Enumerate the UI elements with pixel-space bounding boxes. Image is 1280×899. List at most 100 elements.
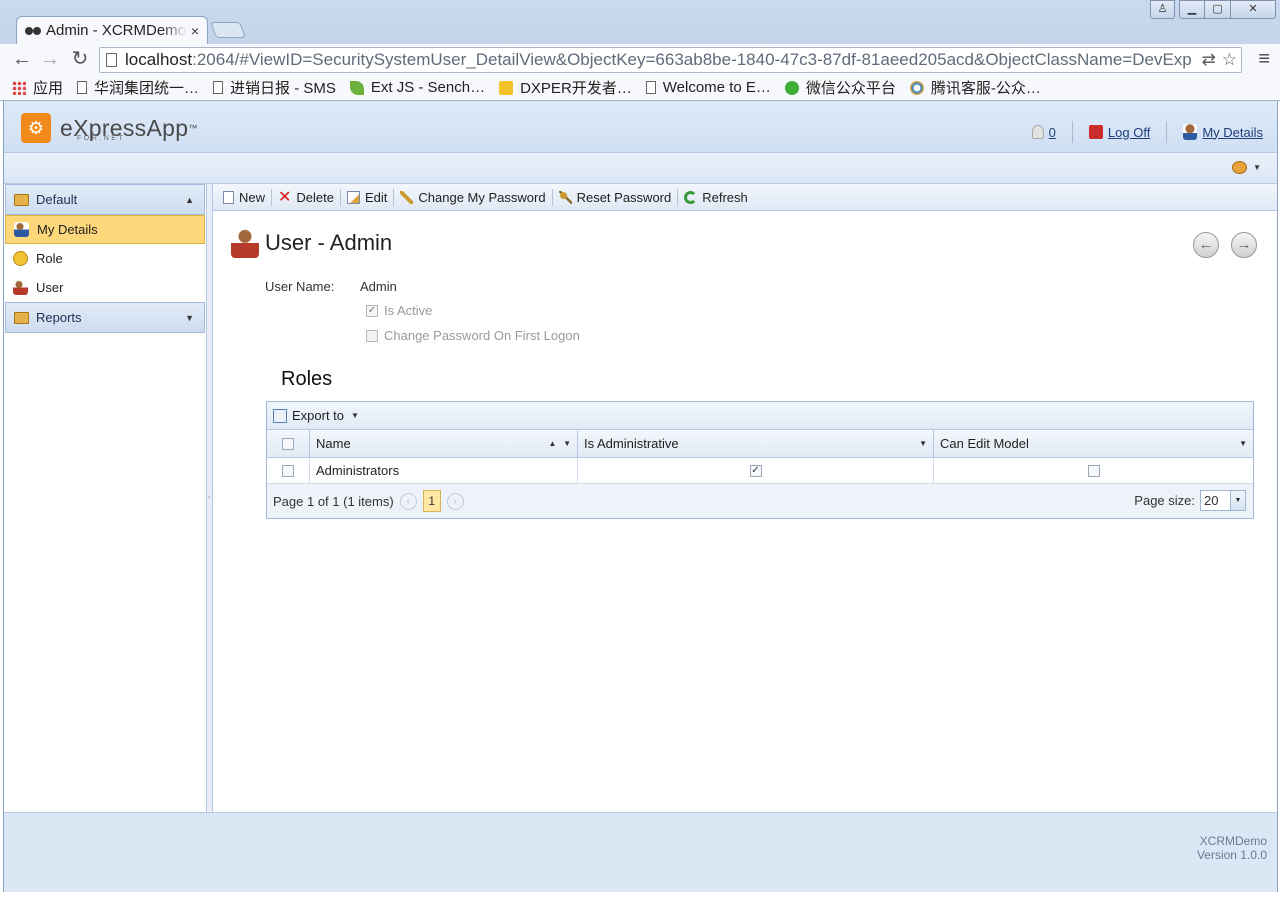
new-tab-button[interactable]	[210, 22, 246, 38]
bell-icon	[1031, 125, 1044, 139]
table-row[interactable]: Administrators ✓	[267, 458, 1253, 484]
page-icon	[645, 81, 656, 94]
roles-grid: Export to ▼ Name ▲ ▼ Is Administrative ▼ C…	[266, 401, 1254, 519]
bookmark-item[interactable]: DXPER开发者…	[499, 77, 632, 98]
url-path: :2064/#ViewID=SecuritySystemUser_DetailV…	[192, 50, 1192, 69]
current-page-button[interactable]: 1	[422, 490, 441, 512]
page-icon	[77, 81, 88, 94]
can-edit-model-cell	[934, 458, 1253, 483]
translate-icon[interactable]: ⇄	[1202, 50, 1216, 70]
dropdown-arrow-icon[interactable]: ▼	[1230, 491, 1245, 510]
notifications-count: 0	[1048, 124, 1056, 140]
bookmark-item[interactable]: 进销日报 - SMS	[213, 77, 336, 98]
dxper-icon	[499, 80, 514, 95]
new-document-icon	[223, 190, 234, 204]
bookmark-item[interactable]: Ext JS - Sench…	[349, 79, 485, 96]
page-size-label: Page size:	[1134, 493, 1195, 508]
bookmark-item[interactable]: 微信公众平台	[784, 77, 896, 98]
toolbar-divider	[551, 188, 553, 206]
bookmark-item[interactable]: 腾讯客服-公众…	[909, 77, 1041, 98]
nav-item-label: User	[36, 280, 64, 295]
column-header-name[interactable]: Name ▲ ▼	[310, 430, 578, 457]
profile-icon[interactable]: ♙	[1150, 0, 1175, 19]
back-arrow-icon[interactable]: ←	[10, 48, 34, 72]
logoff-icon	[1088, 125, 1103, 139]
my-details-link[interactable]: My Details	[1183, 124, 1263, 140]
change-password-label: Change Password On First Logon	[384, 328, 580, 343]
bookmark-star-icon[interactable]: ☆	[1222, 50, 1237, 70]
row-select-checkbox[interactable]	[282, 464, 294, 477]
bookmark-label: 进销日报 - SMS	[230, 80, 336, 97]
close-window-button[interactable]: ✕	[1231, 0, 1276, 19]
filter-icon[interactable]: ▼	[919, 439, 927, 448]
column-header-is-administrative[interactable]: Is Administrative ▼	[578, 430, 934, 457]
previous-record-icon[interactable]: ←	[1193, 232, 1219, 258]
actions-toolbar: New ✕ Delete Edit Change My Password Rese…	[213, 184, 1277, 211]
browser-menu-icon[interactable]: ≡	[1258, 48, 1270, 71]
select-all-cell	[267, 430, 310, 457]
minimize-button[interactable]: ▁	[1179, 0, 1205, 19]
next-record-icon[interactable]: →	[1231, 232, 1257, 258]
select-all-checkbox[interactable]	[282, 437, 294, 450]
footer-version: Version 1.0.0	[1196, 848, 1267, 862]
address-bar[interactable]: localhost:2064/#ViewID=SecuritySystemUse…	[99, 47, 1242, 73]
sidebar-splitter[interactable]: ‹	[206, 184, 213, 812]
change-my-password-button[interactable]: Change My Password	[396, 190, 549, 205]
refresh-button[interactable]: Refresh	[680, 190, 752, 205]
chevron-down-icon: ▼	[185, 312, 194, 323]
page-size-select[interactable]: 20 ▼	[1200, 490, 1246, 511]
folder-icon	[14, 193, 29, 206]
notifications-link[interactable]: 0	[1031, 124, 1056, 140]
reset-password-button[interactable]: Reset Password	[555, 190, 676, 205]
reload-icon[interactable]: ↻	[68, 48, 92, 72]
edit-button[interactable]: Edit	[343, 190, 391, 205]
action-label: New	[239, 189, 266, 205]
edit-pencil-icon	[347, 190, 360, 204]
nav-item-label: Role	[36, 251, 63, 266]
toolbar-divider	[271, 188, 273, 206]
new-button[interactable]: New	[219, 190, 269, 205]
grid-pager: Page 1 of 1 (1 items) ‹ 1 › Page size: 2…	[267, 484, 1253, 518]
page-icon	[106, 53, 117, 67]
leaf-icon	[349, 80, 364, 95]
role-icon	[13, 251, 28, 266]
can-edit-model-checkbox	[1087, 464, 1100, 477]
column-header-can-edit-model[interactable]: Can Edit Model ▼	[934, 430, 1253, 457]
action-label: Reset Password	[576, 189, 672, 205]
is-administrative-checkbox: ✓	[749, 464, 762, 477]
footer-info: XCRMDemo Version 1.0.0	[1197, 834, 1267, 862]
page-size-value: 20	[1204, 493, 1219, 508]
nav-item-user[interactable]: User	[5, 273, 205, 302]
nav-item-my-details[interactable]: My Details	[5, 215, 205, 244]
theme-chooser-button[interactable]: ▼	[1232, 161, 1261, 174]
column-label: Name	[316, 436, 351, 451]
my-details-icon	[14, 222, 29, 237]
nav-group-default[interactable]: Default ▲	[5, 184, 205, 215]
tab-close-icon[interactable]: ×	[191, 23, 199, 39]
export-to-button[interactable]: Export to ▼	[267, 402, 1253, 430]
maximize-button[interactable]: ▢	[1205, 0, 1231, 19]
logoff-link[interactable]: Log Off	[1088, 125, 1150, 140]
bookmark-item[interactable]: Welcome to E…	[645, 79, 771, 96]
bookmark-label: Welcome to E…	[662, 79, 771, 96]
is-administrative-cell: ✓	[578, 458, 934, 483]
logo-subtitle: FOR.NET	[77, 135, 126, 142]
nav-item-role[interactable]: Role	[5, 244, 205, 273]
change-password-checkbox	[366, 329, 378, 342]
browser-tab[interactable]: Admin - XCRMDemo ×	[16, 16, 208, 44]
forward-arrow-icon[interactable]: →	[38, 48, 62, 72]
browser-toolbar: ← → ↻ localhost:2064/#ViewID=SecuritySys…	[0, 44, 1280, 75]
nav-group-reports[interactable]: Reports ▼	[5, 302, 205, 333]
bookmark-item[interactable]: 华润集团统一…	[77, 77, 199, 98]
delete-button[interactable]: ✕ Delete	[274, 189, 338, 205]
change-password-field: Change Password On First Logon	[366, 328, 580, 343]
filter-icon[interactable]: ▼	[1239, 439, 1247, 448]
toolbar-divider	[393, 188, 395, 206]
previous-page-icon[interactable]: ‹	[399, 492, 417, 510]
key-icon	[400, 190, 414, 204]
export-icon	[273, 408, 287, 423]
next-page-icon[interactable]: ›	[446, 492, 464, 510]
apps-grid-icon	[12, 80, 26, 95]
navigation-sidebar: Default ▲ My Details Role User Reports ▼	[4, 184, 206, 812]
bookmark-apps[interactable]: 应用	[12, 77, 63, 98]
